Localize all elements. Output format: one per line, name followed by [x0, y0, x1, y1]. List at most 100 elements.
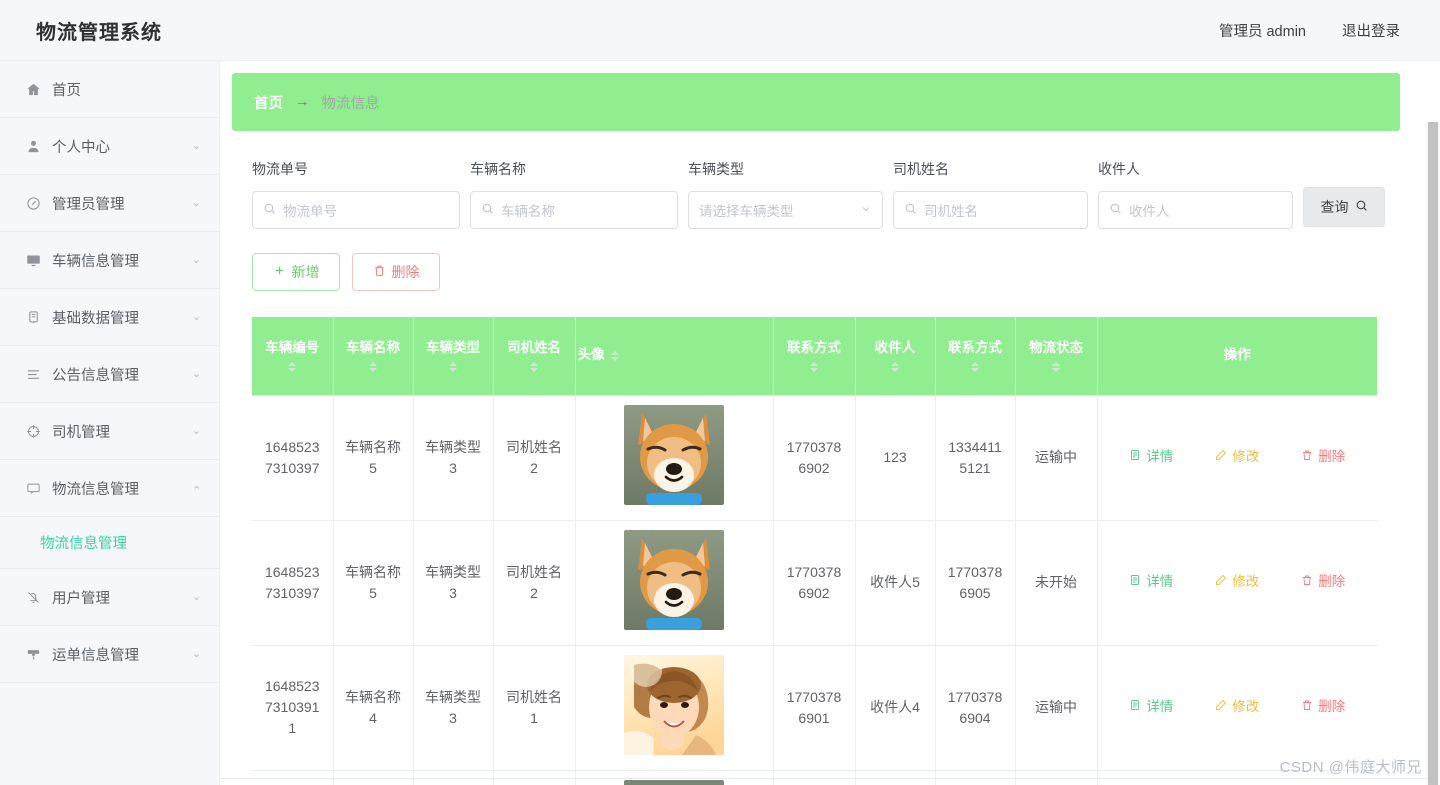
- cell-vehicle-type: 车辆类型3: [413, 395, 494, 521]
- sort-icon[interactable]: [449, 361, 457, 372]
- delete-button[interactable]: 删除: [352, 253, 440, 291]
- col-receiver-contact[interactable]: 联系方式: [935, 317, 1016, 396]
- cell-receiver: 收件人4: [855, 645, 936, 771]
- detail-action[interactable]: 详情: [1129, 572, 1173, 592]
- chevron-down-icon: [860, 203, 872, 218]
- delete-action[interactable]: 删除: [1301, 572, 1345, 592]
- sort-icon[interactable]: [1052, 361, 1060, 372]
- delete-action[interactable]: 删除: [1301, 447, 1345, 467]
- sidebar-item-waybill-info-management[interactable]: 运单信息管理 ⌄: [0, 626, 219, 683]
- col-operations: 操作: [1097, 317, 1377, 396]
- delete-action[interactable]: 删除: [1301, 697, 1345, 717]
- cell-receiver: 123: [855, 395, 936, 521]
- edit-action[interactable]: 修改: [1215, 447, 1259, 467]
- search-icon: [263, 202, 276, 218]
- query-button[interactable]: 查询: [1303, 187, 1385, 227]
- add-button[interactable]: 新增: [252, 253, 340, 291]
- detail-action[interactable]: 详情: [1129, 697, 1173, 717]
- col-vehicle-type[interactable]: 车辆类型: [413, 317, 494, 396]
- input-receiver[interactable]: 收件人: [1098, 191, 1293, 229]
- cell-driver-name: 司机姓名2: [493, 395, 576, 521]
- input-driver-name[interactable]: 司机姓名: [893, 191, 1088, 229]
- sidebar-item-personal-center[interactable]: 个人中心 ⌄: [0, 118, 219, 175]
- sort-icon[interactable]: [971, 361, 979, 372]
- chevron-down-icon: ⌄: [191, 310, 201, 323]
- cell-operations: 详情 修改 删除: [1097, 395, 1377, 521]
- cell-receiver: 收件人5: [855, 520, 936, 646]
- col-contact[interactable]: 联系方式: [773, 317, 856, 396]
- sort-icon[interactable]: [288, 361, 297, 372]
- main-inner: 首页 → 物流信息 物流单号 物流单号 车辆名称 车辆名称 车辆类型 请选择车辆…: [232, 73, 1400, 785]
- shiba-dog-photo[interactable]: [624, 404, 724, 505]
- user-icon: [22, 139, 44, 154]
- edit-action[interactable]: 修改: [1215, 697, 1259, 717]
- sidebar-item-home[interactable]: 首页 ⌄: [0, 61, 219, 118]
- label-vehicle-name: 车辆名称: [470, 161, 526, 177]
- col-status[interactable]: 物流状态: [1015, 317, 1098, 396]
- table-head: 车辆编号 车辆名称 车辆类型 司机姓名 头像 联系方式 收件人 联系方式 物流状…: [252, 317, 1377, 396]
- breadcrumb-separator-icon: →: [295, 94, 310, 110]
- col-label: 车辆名称: [346, 339, 400, 355]
- select-vehicle-type[interactable]: 请选择车辆类型: [688, 191, 883, 229]
- cell-driver-name: 司机姓名2: [493, 520, 576, 646]
- sort-icon[interactable]: [530, 361, 538, 372]
- body-wrapper: 首页 ⌄ 个人中心 ⌄ 管理员管理 ⌄: [0, 61, 1440, 785]
- col-avatar[interactable]: 头像: [575, 317, 774, 396]
- search-icon: [904, 202, 917, 218]
- field-logistics-no: 物流单号 物流单号: [252, 159, 460, 229]
- monitor-icon: [22, 253, 44, 268]
- sidebar-subitem-logistics-info-management[interactable]: 物流信息管理: [0, 517, 219, 569]
- pencil-icon: [1215, 447, 1227, 467]
- breadcrumb-current: 物流信息: [321, 95, 380, 112]
- col-vehicle-no[interactable]: 车辆编号: [252, 317, 334, 396]
- sidebar-label-waybill-info-management: 运单信息管理: [52, 647, 139, 664]
- cell-vehicle-name: 车辆名称5: [333, 520, 414, 646]
- chevron-down-icon: ⌄: [191, 647, 201, 660]
- sidebar-item-user-management[interactable]: 用户管理 ⌄: [0, 569, 219, 626]
- edit-label: 修改: [1232, 449, 1260, 465]
- shiba-dog-photo[interactable]: [624, 529, 724, 630]
- sort-icon[interactable]: [610, 350, 619, 361]
- detail-action[interactable]: 详情: [1129, 447, 1173, 467]
- cell-vehicle-no: 16485237310397: [252, 395, 334, 521]
- sidebar-item-admin-management[interactable]: 管理员管理 ⌄: [0, 175, 219, 232]
- col-driver-name[interactable]: 司机姓名: [493, 317, 576, 396]
- table-header-row: 车辆编号 车辆名称 车辆类型 司机姓名 头像 联系方式 收件人 联系方式 物流状…: [252, 317, 1377, 396]
- vertical-scrollbar[interactable]: [1426, 122, 1440, 785]
- sidebar-item-basic-data-management[interactable]: 基础数据管理 ⌄: [0, 289, 219, 346]
- header-user-area: 管理员 admin 退出登录: [1219, 20, 1440, 41]
- detail-label: 详情: [1146, 699, 1174, 715]
- sort-icon[interactable]: [891, 361, 899, 372]
- label-receiver: 收件人: [1098, 161, 1140, 177]
- cell-vehicle-name: 车辆名称5: [333, 395, 414, 521]
- logout-button[interactable]: 退出登录: [1342, 20, 1400, 41]
- table-toolbar: 新增 删除: [232, 229, 1400, 291]
- search-icon: [1355, 199, 1368, 215]
- col-vehicle-name[interactable]: 车辆名称: [333, 317, 414, 396]
- sidebar-item-vehicle-info-management[interactable]: 车辆信息管理 ⌄: [0, 232, 219, 289]
- watermark: CSDN @伟庭大师兄: [1279, 759, 1422, 776]
- sidebar-item-logistics-info-management[interactable]: 物流信息管理 ⌄: [0, 460, 219, 517]
- trash-icon: [1301, 697, 1313, 717]
- sidebar-item-notice-info-management[interactable]: 公告信息管理 ⌄: [0, 346, 219, 403]
- shiba-dog-photo[interactable]: [624, 779, 724, 785]
- sort-icon[interactable]: [810, 361, 818, 372]
- data-table-container: 车辆编号 车辆名称 车辆类型 司机姓名 头像 联系方式 收件人 联系方式 物流状…: [232, 291, 1400, 785]
- sort-icon[interactable]: [369, 361, 377, 372]
- cell-avatar: [575, 395, 774, 521]
- bell-off-icon: [22, 590, 44, 605]
- input-logistics-no[interactable]: 物流单号: [252, 191, 460, 229]
- col-receiver[interactable]: 收件人: [855, 317, 936, 396]
- target-icon: [22, 424, 44, 439]
- edit-action[interactable]: 修改: [1215, 572, 1259, 592]
- sidebar-item-driver-management[interactable]: 司机管理 ⌄: [0, 403, 219, 460]
- sidebar-label-logistics-info-management: 物流信息管理: [52, 481, 139, 498]
- smiling-woman-photo[interactable]: [624, 654, 724, 755]
- cell-driver-name: 司机姓名1: [493, 645, 576, 771]
- scrollbar-thumb[interactable]: [1428, 122, 1438, 785]
- database-icon: [22, 310, 44, 325]
- input-vehicle-name[interactable]: 车辆名称: [470, 191, 678, 229]
- breadcrumb-home-link[interactable]: 首页: [254, 92, 283, 113]
- plus-icon: [273, 264, 286, 280]
- trash-icon: [1301, 447, 1313, 467]
